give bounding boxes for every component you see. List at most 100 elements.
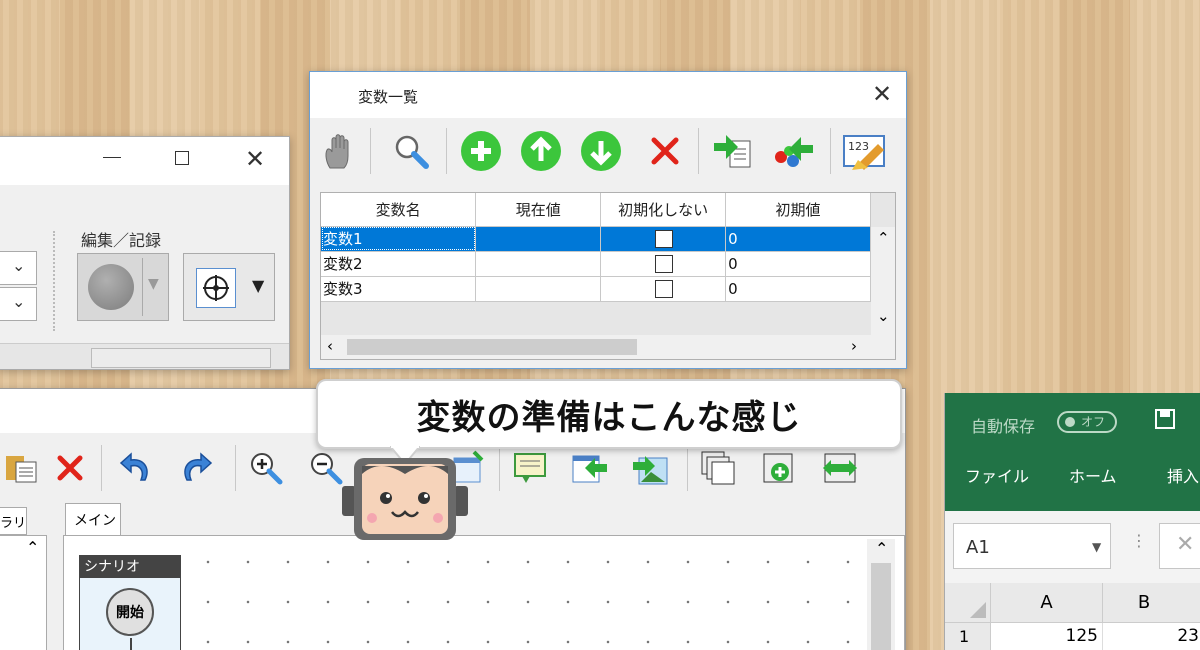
variable-list-title: 変数一覧 [358,88,419,106]
library-tab[interactable]: ラリ [0,507,27,535]
target-icon [196,268,236,308]
current-value-cell[interactable] [475,226,602,252]
close-icon[interactable]: ✕ [245,147,265,171]
zoom-in-icon[interactable] [243,445,289,491]
autosave-toggle[interactable]: オフ [1057,411,1117,433]
search-icon[interactable] [388,128,434,174]
variable-list-window: 変数一覧 ✕ 123 変数名 現在値 初期化しない 初期値 変数1 0 変数2 … [309,71,907,369]
record-button[interactable]: ▼ [77,253,169,321]
no-init-cell[interactable] [600,226,727,252]
column-header[interactable]: 初期化しない [600,193,727,227]
column-header-a-label: A [1040,592,1053,613]
svg-text:123: 123 [848,140,869,153]
import-icon[interactable] [710,128,756,174]
copy-layers-icon[interactable] [695,445,741,491]
move-up-icon[interactable] [518,128,564,174]
select-all-corner[interactable] [945,583,991,623]
row-header-1-label: 1 [959,627,970,646]
chevron-down-icon: ⌄ [12,256,26,275]
scroll-right-icon[interactable]: › [851,337,857,355]
more-icon[interactable]: ⋮ [1131,531,1147,550]
start-node[interactable]: 開始 [106,588,154,636]
variable-name-cell[interactable]: 変数2 [321,251,477,277]
dropdown-2[interactable]: ⌄ [0,287,37,321]
variable-list-title-bar: 変数一覧 ✕ [310,72,906,118]
minimize-icon[interactable] [103,157,121,158]
add-icon[interactable] [458,128,504,174]
horizontal-scrollbar[interactable]: ‹ › [321,335,895,359]
tab-main[interactable]: メイン [65,503,121,535]
canvas-scrollbar[interactable]: ⌃ [867,539,895,650]
dropdown-1[interactable]: ⌄ [0,251,37,285]
redo-icon[interactable] [173,445,219,491]
import-icon[interactable] [567,445,613,491]
undo-icon[interactable] [113,445,159,491]
scenario-block-title: シナリオ [80,556,180,578]
comment-icon[interactable] [507,445,553,491]
close-icon[interactable]: ✕ [872,82,892,106]
target-button[interactable]: ▼ [183,253,275,321]
move-down-icon[interactable] [578,128,624,174]
scenario-canvas[interactable] [63,535,905,650]
cell-b1[interactable]: 23 [1103,623,1200,650]
cancel-box[interactable]: ✕ [1159,523,1200,569]
scroll-down-icon[interactable]: ⌄ [877,307,890,325]
hand-icon[interactable] [316,128,362,174]
speech-bubble: 変数の準備はこんな感じ [316,379,902,449]
variable-name-cell[interactable]: 変数3 [321,276,477,302]
status-bar [0,343,289,369]
no-init-cell[interactable] [600,251,727,277]
column-header-a[interactable]: A [991,583,1103,623]
export-icon[interactable] [770,128,816,174]
variable-name-cell[interactable]: 変数1 [321,226,477,252]
library-pane: ⌃ [0,535,47,650]
column-header-b-label: B [1137,592,1151,613]
scenario-block[interactable]: シナリオ 開始 [79,555,181,650]
name-box[interactable]: A1 ▼ [953,523,1111,569]
ribbon-tab-insert[interactable]: 挿入 [1167,463,1199,487]
delete-icon[interactable] [47,445,93,491]
swap-icon[interactable] [817,445,863,491]
clear-icon[interactable]: 123 [842,128,888,174]
autosave-label: 自動保存 [971,417,1036,436]
scroll-up-icon[interactable]: ⌃ [877,229,890,247]
initial-value-cell[interactable]: 0 [725,251,871,277]
maximize-icon[interactable] [175,151,189,165]
no-init-checkbox[interactable] [655,254,674,273]
vertical-scrollbar[interactable]: ⌃ ⌄ [871,227,895,335]
column-header-b[interactable]: B [1103,583,1200,623]
export-image-icon[interactable] [627,445,673,491]
paste-icon[interactable] [0,445,45,491]
no-init-checkbox[interactable] [655,279,674,298]
column-header[interactable]: 変数名 [321,193,477,227]
cell-a1[interactable]: 125 [991,623,1103,650]
scroll-left-icon[interactable]: ‹ [327,337,333,355]
save-icon[interactable] [1155,409,1175,429]
variable-grid: 変数名 現在値 初期化しない 初期値 変数1 0 変数2 0 変数3 0 ⌃ ⌄… [320,192,896,360]
column-header[interactable]: 初期値 [725,193,871,227]
no-init-checkbox[interactable] [655,229,674,248]
column-header[interactable]: 現在値 [475,193,602,227]
scroll-up-icon[interactable]: ⌃ [26,538,39,557]
cancel-icon[interactable]: ✕ [1176,532,1194,557]
add-page-icon[interactable] [755,445,801,491]
caret-down-icon: ▼ [252,276,265,295]
current-value-cell[interactable] [475,276,602,302]
table-row[interactable]: 変数1 0 [321,226,871,252]
chevron-down-icon: ▼ [1092,540,1102,554]
scroll-thumb[interactable] [347,339,637,355]
initial-value-cell[interactable]: 0 [725,226,871,252]
robot-mascot [342,458,468,540]
cell-b1-value: 23 [1177,626,1199,646]
table-row[interactable]: 変数2 0 [321,251,871,277]
no-init-cell[interactable] [600,276,727,302]
delete-icon[interactable] [642,128,688,174]
ribbon-tab-home[interactable]: ホーム [1069,463,1117,487]
current-value-cell[interactable] [475,251,602,277]
ribbon-tab-file[interactable]: ファイル [965,463,1029,487]
initial-value-cell[interactable]: 0 [725,276,871,302]
scroll-up-icon[interactable]: ⌃ [875,539,888,558]
table-row[interactable]: 変数3 0 [321,276,871,302]
tab-main-label: メイン [74,513,116,529]
row-header-1[interactable]: 1 [945,623,991,650]
